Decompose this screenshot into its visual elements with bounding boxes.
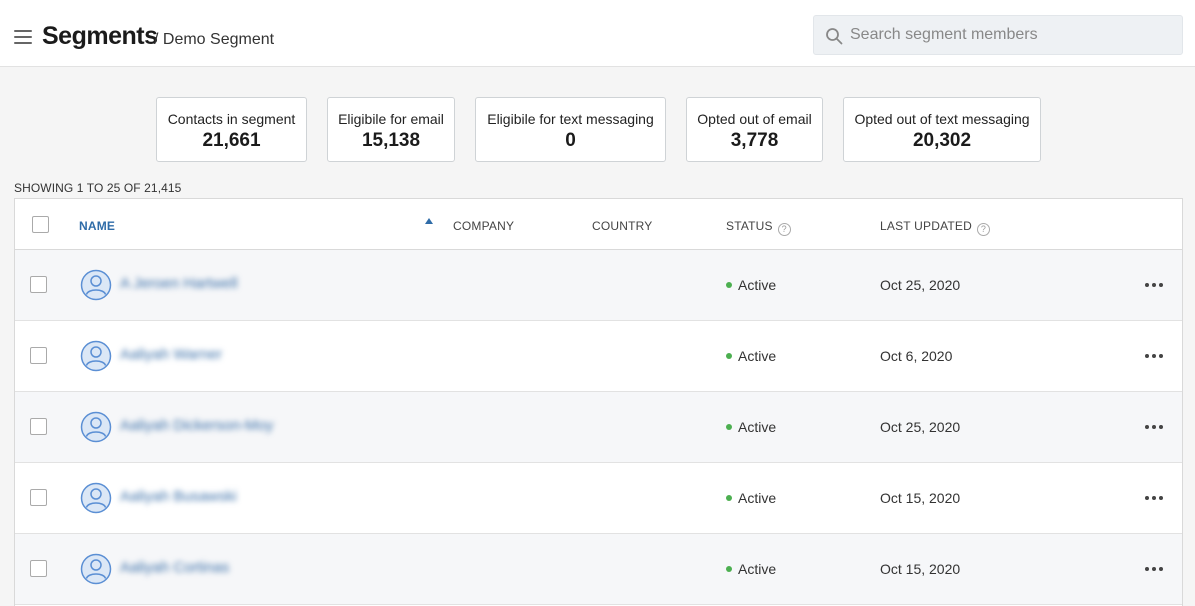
- status-text: Active: [738, 277, 777, 293]
- row-checkbox[interactable]: [30, 276, 47, 293]
- stat-label: Eligibile for email: [338, 111, 444, 127]
- more-options-icon[interactable]: [1145, 283, 1163, 289]
- stat-value: 15,138: [361, 130, 421, 151]
- user-avatar-icon: [80, 340, 112, 372]
- stat-label: Opted out of email: [697, 111, 812, 127]
- status-dot-icon: [726, 353, 732, 359]
- contact-name-link[interactable]: Aaliyah Warner: [120, 346, 222, 363]
- contact-name-link[interactable]: Aaliyah Cortinas: [120, 559, 229, 576]
- row-checkbox[interactable]: [30, 347, 47, 364]
- status-dot-icon: [726, 566, 732, 572]
- table-row[interactable]: Aaliyah Busawski Active Oct 15, 2020: [15, 463, 1182, 534]
- row-checkbox[interactable]: [30, 560, 47, 577]
- stat-label: Contacts in segment: [167, 111, 296, 127]
- stat-eligible-for-text: Eligibile for text messaging 0: [475, 97, 666, 162]
- table-row[interactable]: Aaliyah Dickerson-Moy Active Oct 25, 202…: [15, 392, 1182, 463]
- help-icon[interactable]: ?: [777, 223, 791, 236]
- column-header-last-updated-label: LAST UPDATED: [880, 219, 972, 233]
- user-avatar-icon: [80, 269, 112, 301]
- stat-eligible-for-email: Eligibile for email 15,138: [327, 97, 455, 162]
- page-header: Segments / Demo Segment: [0, 0, 1195, 67]
- stat-value: 21,661: [202, 130, 261, 151]
- hamburger-menu-icon[interactable]: [14, 30, 32, 44]
- last-updated-cell: Oct 15, 2020: [880, 561, 961, 577]
- help-icon[interactable]: ?: [976, 223, 990, 236]
- sort-ascending-icon[interactable]: [425, 218, 433, 224]
- column-header-status[interactable]: STATUS?: [726, 219, 791, 236]
- select-all-checkbox[interactable]: [32, 216, 49, 233]
- status-text: Active: [738, 348, 777, 364]
- stat-value: 3,778: [730, 130, 779, 151]
- search-box[interactable]: [813, 15, 1183, 55]
- more-options-icon[interactable]: [1145, 496, 1163, 502]
- table-row[interactable]: Aaliyah Warner Active Oct 6, 2020: [15, 321, 1182, 392]
- row-checkbox[interactable]: [30, 489, 47, 506]
- status-cell: Active: [726, 419, 776, 435]
- page-title: Segments: [42, 22, 158, 50]
- user-avatar-icon: [80, 411, 112, 443]
- status-cell: Active: [726, 348, 776, 364]
- last-updated-cell: Oct 25, 2020: [880, 419, 961, 435]
- status-dot-icon: [726, 282, 732, 288]
- status-cell: Active: [726, 490, 776, 506]
- user-avatar-icon: [80, 553, 112, 585]
- stat-label: Eligibile for text messaging: [487, 111, 654, 127]
- column-header-company[interactable]: COMPANY: [453, 219, 514, 233]
- status-dot-icon: [726, 424, 732, 430]
- user-avatar-icon: [80, 482, 112, 514]
- status-text: Active: [738, 561, 777, 577]
- stat-label: Opted out of text messaging: [854, 111, 1030, 127]
- stat-opted-out-email: Opted out of email 3,778: [686, 97, 823, 162]
- last-updated-cell: Oct 15, 2020: [880, 490, 961, 506]
- column-header-status-label: STATUS: [726, 219, 773, 233]
- results-count: SHOWING 1 TO 25 OF 21,415: [14, 181, 182, 195]
- stat-value: 0: [565, 130, 576, 151]
- column-header-country[interactable]: COUNTRY: [592, 219, 653, 233]
- last-updated-cell: Oct 25, 2020: [880, 277, 961, 293]
- status-cell: Active: [726, 277, 776, 293]
- row-checkbox[interactable]: [30, 418, 47, 435]
- table-row[interactable]: Aaliyah Cortinas Active Oct 15, 2020: [15, 534, 1182, 605]
- contact-name-link[interactable]: Aaliyah Busawski: [120, 488, 237, 505]
- status-text: Active: [738, 419, 777, 435]
- column-header-last-updated[interactable]: LAST UPDATED?: [880, 219, 990, 236]
- stat-contacts-in-segment: Contacts in segment 21,661: [156, 97, 307, 162]
- members-table: NAME COMPANY COUNTRY STATUS? LAST UPDATE…: [14, 198, 1183, 606]
- more-options-icon[interactable]: [1145, 425, 1163, 431]
- status-cell: Active: [726, 561, 776, 577]
- stat-value: 20,302: [912, 130, 972, 151]
- status-dot-icon: [726, 495, 732, 501]
- table-row[interactable]: A Jeroen Hartwell Active Oct 25, 2020: [15, 250, 1182, 321]
- stat-opted-out-text: Opted out of text messaging 20,302: [843, 97, 1041, 162]
- column-header-name[interactable]: NAME: [79, 219, 115, 233]
- contact-name-link[interactable]: A Jeroen Hartwell: [120, 275, 238, 292]
- last-updated-cell: Oct 6, 2020: [880, 348, 953, 364]
- contact-name-link[interactable]: Aaliyah Dickerson-Moy: [120, 417, 273, 434]
- more-options-icon[interactable]: [1145, 354, 1163, 360]
- table-header: NAME COMPANY COUNTRY STATUS? LAST UPDATE…: [15, 199, 1182, 250]
- breadcrumb: / Demo Segment: [154, 31, 275, 48]
- search-input[interactable]: [850, 16, 1170, 54]
- more-options-icon[interactable]: [1145, 567, 1163, 573]
- status-text: Active: [738, 490, 777, 506]
- search-icon: [826, 28, 843, 45]
